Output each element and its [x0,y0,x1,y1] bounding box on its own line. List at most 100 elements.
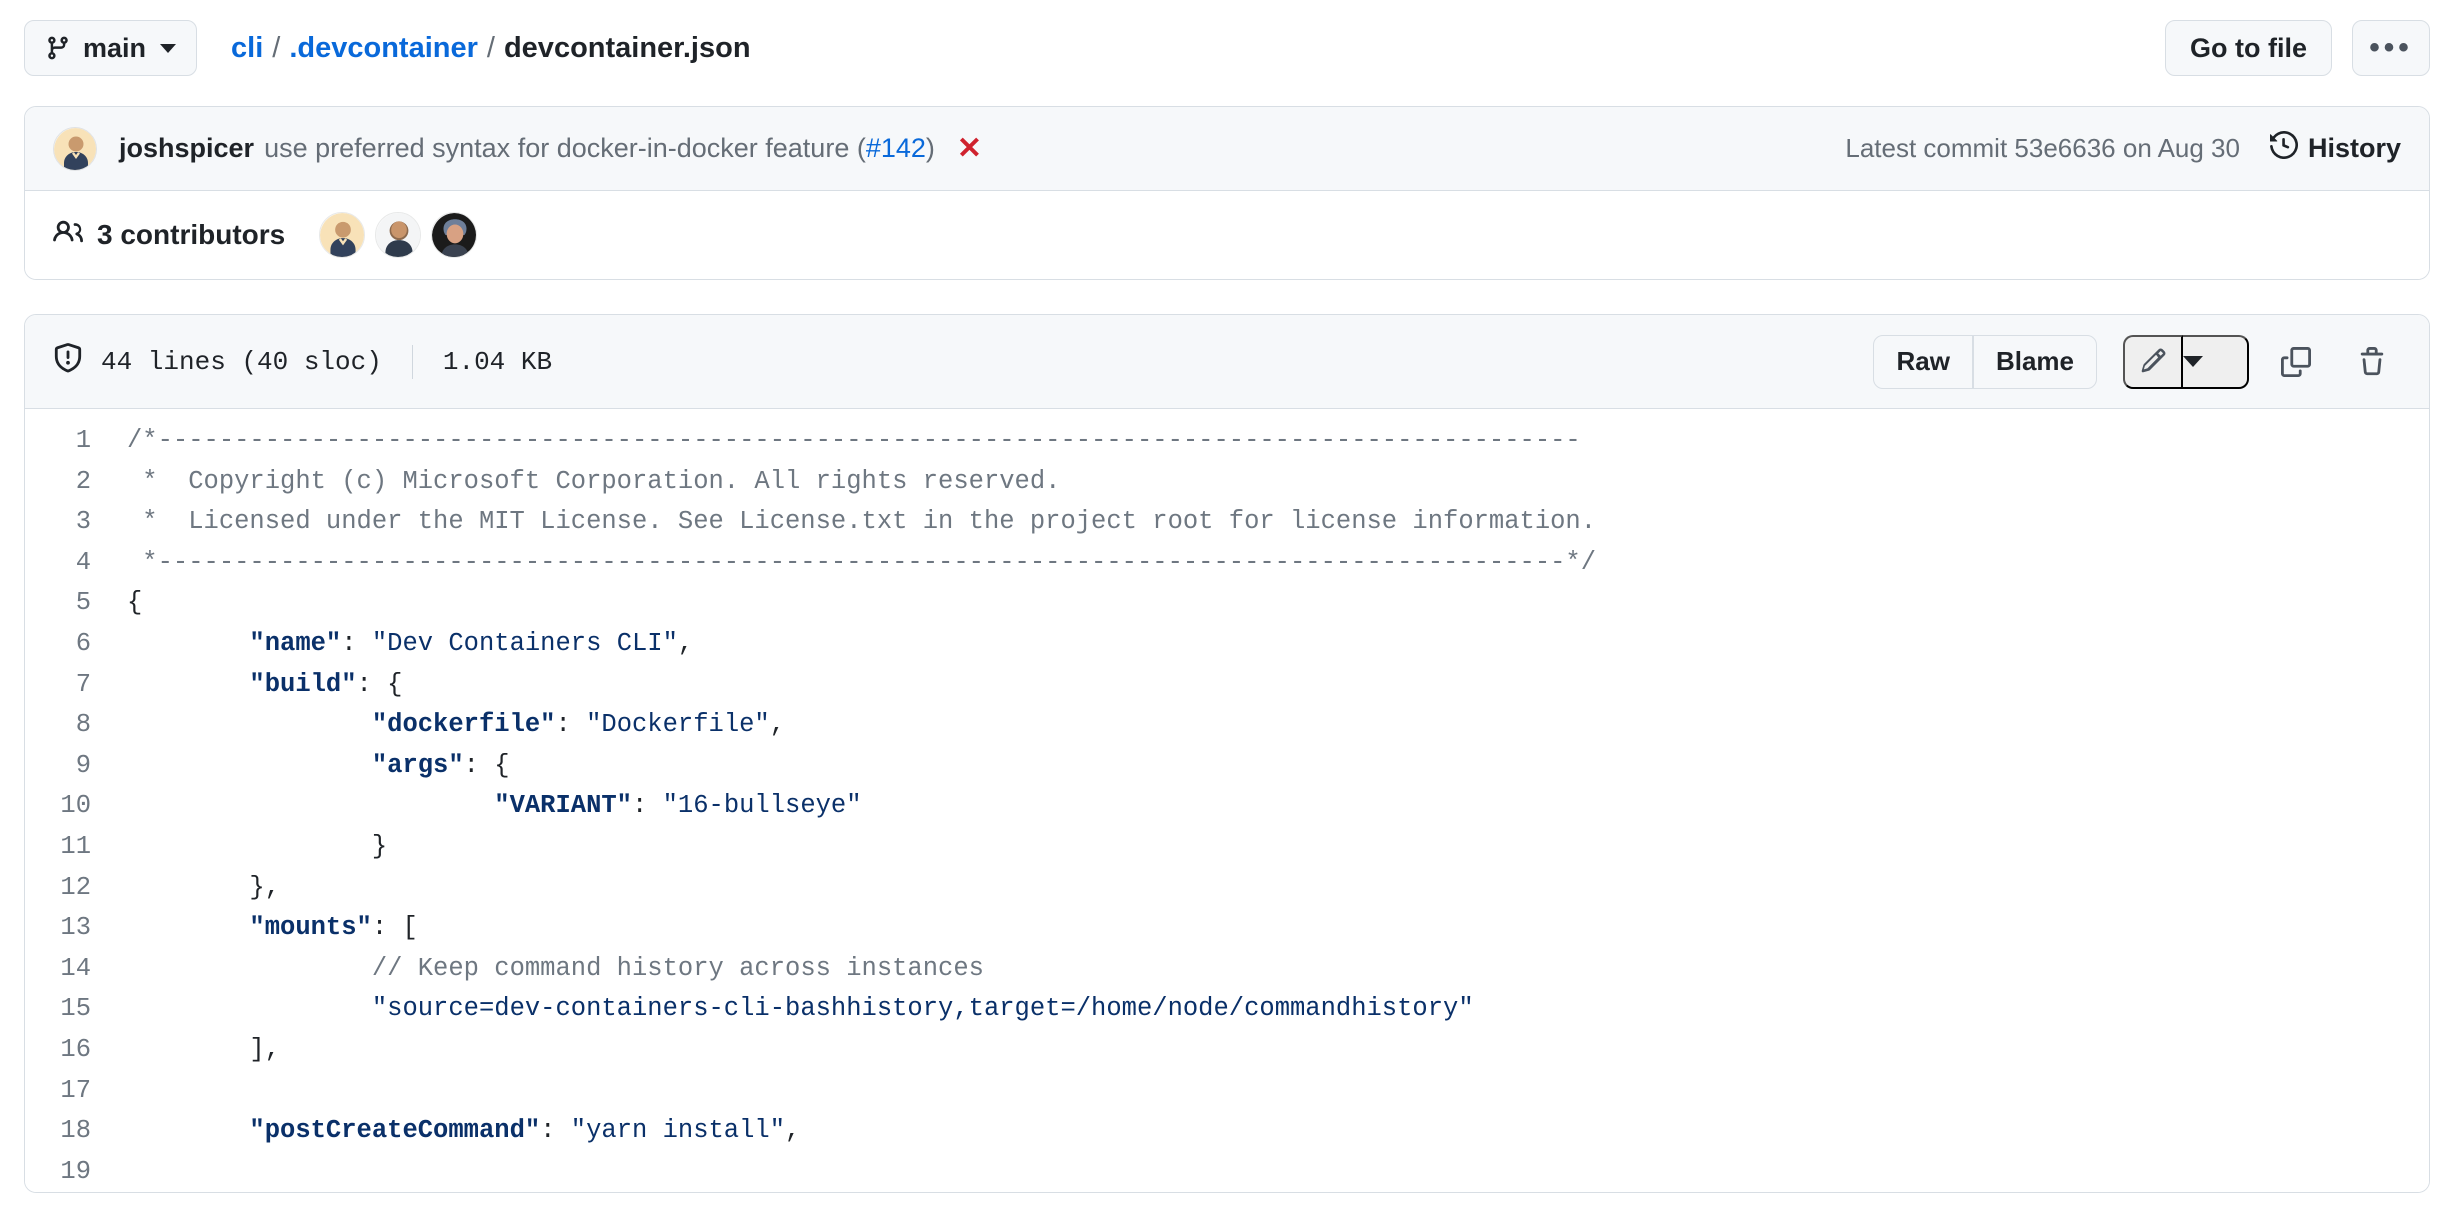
code-token-punct: : [ [371,913,418,943]
code-line: 14 // Keep command history across instan… [25,949,2429,990]
copy-icon[interactable] [2267,335,2325,389]
line-number[interactable]: 16 [25,1030,117,1071]
commit-message: joshspicer use preferred syntax for dock… [119,133,982,164]
line-number[interactable]: 10 [25,786,117,827]
file-size-label: 1.04 KB [442,346,553,377]
code-token-punct: , [785,1116,801,1146]
commit-author-name[interactable]: joshspicer [119,133,254,164]
divider [411,344,413,379]
history-clock-icon [2269,130,2298,166]
latest-commit-meta: Latest commit 53e6636 on Aug 30 [1845,133,2240,163]
code-line: 17 [25,1071,2429,1112]
code-line: 6 "name": "Dev Containers CLI", [25,624,2429,665]
line-number[interactable]: 7 [25,665,117,706]
contributor-avatar-3[interactable] [431,212,478,258]
line-number[interactable]: 1 [25,421,117,462]
line-number[interactable]: 3 [25,502,117,543]
code-viewer[interactable]: 1 /*-------------------------------------… [25,409,2429,1193]
code-token-key: "args" [371,750,464,780]
line-content: }, [117,868,2429,909]
code-token-punct: }, [127,872,281,902]
code-token-punct [127,913,249,942]
code-token-key: "name" [249,628,342,658]
code-line: 7 "build": { [25,665,2429,706]
line-number[interactable]: 11 [25,827,117,868]
chevron-down-icon [160,43,177,53]
code-token-str: "yarn install" [570,1116,786,1146]
more-options-kebab-icon[interactable]: ••• [2352,20,2430,76]
breadcrumb-separator-2: / [486,31,495,64]
code-token-punct [127,791,494,820]
line-number[interactable]: 14 [25,949,117,990]
commit-info-card: joshspicer use preferred syntax for dock… [24,106,2430,280]
code-token-comment: * Licensed under the MIT License. See Li… [127,507,1597,537]
branch-selector-button[interactable]: main [24,20,198,76]
line-content: "source=dev-containers-cli-bashhistory,t… [117,989,2429,1030]
blame-button[interactable]: Blame [1972,334,2097,389]
github-file-view: main cli / .devcontainer / devcontainer.… [0,0,2454,1216]
line-number[interactable]: 12 [25,868,117,909]
contributor-avatar-1[interactable] [319,212,366,258]
line-content: *---------------------------------------… [117,543,2429,584]
line-number[interactable]: 4 [25,543,117,584]
contributor-avatar-2[interactable] [375,212,422,258]
line-number[interactable]: 5 [25,583,117,624]
code-line: 19 [25,1152,2429,1193]
commit-author-avatar[interactable] [53,126,97,171]
line-content: ], [117,1030,2429,1071]
git-branch-icon [45,35,71,61]
code-token-punct: , [769,710,786,740]
line-number[interactable]: 8 [25,705,117,746]
code-token-punct: : [555,710,587,740]
raw-button[interactable]: Raw [1873,334,1973,389]
code-token-punct: : [632,791,663,821]
line-content: // Keep command history across instances [117,949,2429,990]
code-token-str: "16-bullseye" [662,791,862,821]
breadcrumb-folder-link[interactable]: .devcontainer [289,32,478,65]
line-number[interactable]: 15 [25,989,117,1030]
edit-pencil-icon[interactable] [2123,334,2183,389]
code-line: 1 /*-------------------------------------… [25,421,2429,462]
trash-icon[interactable] [2343,335,2401,389]
edit-dropdown-chevron-down-icon[interactable] [2183,334,2249,389]
line-content: "mounts": [ [117,908,2429,949]
line-number[interactable]: 6 [25,624,117,665]
code-token-str: "source=dev-containers-cli-bashhistory,t… [371,994,1474,1024]
contributors-link[interactable]: 3 contributors [53,217,285,254]
line-number[interactable]: 17 [25,1071,117,1112]
code-token-punct: : { [356,669,403,699]
line-content: { [117,583,2429,624]
code-token-punct [127,670,249,699]
line-number[interactable]: 13 [25,908,117,949]
code-token-punct: { [127,588,143,618]
code-line: 16 ], [25,1030,2429,1071]
contributor-avatars [319,212,478,258]
commit-pr-link[interactable]: #142 [866,133,926,164]
line-number[interactable]: 9 [25,746,117,787]
breadcrumb-repo-link[interactable]: cli [231,32,263,65]
code-line: 5{ [25,583,2429,624]
code-token-comment: /*--------------------------------------… [127,426,1581,455]
line-content: "postCreateCommand": "yarn install", [117,1111,2429,1152]
line-number[interactable]: 2 [25,462,117,503]
code-token-punct: , [677,628,694,658]
x-failed-icon[interactable]: ✕ [957,133,982,164]
code-token-comment: *---------------------------------------… [127,547,1597,577]
code-token-punct [127,751,372,780]
edit-button-group [2123,334,2249,389]
code-line: 8 "dockerfile": "Dockerfile", [25,705,2429,746]
code-token-str: "Dockerfile" [586,710,770,740]
code-line: 4 *-------------------------------------… [25,543,2429,584]
code-token-punct [127,1116,249,1145]
code-line: 2 * Copyright (c) Microsoft Corporation.… [25,462,2429,503]
line-content: "name": "Dev Containers CLI", [117,624,2429,665]
line-number[interactable]: 19 [25,1152,117,1193]
code-token-punct: : [540,1116,571,1146]
breadcrumb: cli / .devcontainer / devcontainer.json [231,32,751,65]
code-line: 9 "args": { [25,746,2429,787]
go-to-file-button[interactable]: Go to file [2165,20,2332,76]
line-content: "args": { [117,746,2429,787]
line-number[interactable]: 18 [25,1111,117,1152]
history-link[interactable]: History [2269,130,2401,166]
code-token-punct: ], [127,1034,281,1064]
